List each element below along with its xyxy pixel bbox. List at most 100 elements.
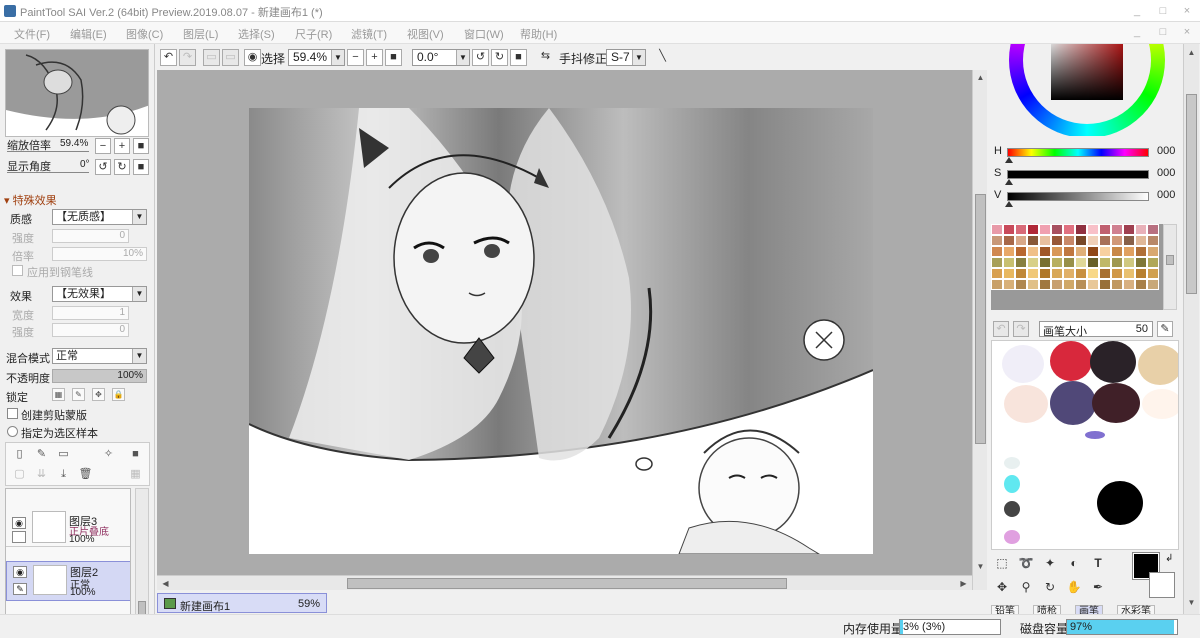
color-swatch[interactable]	[1099, 268, 1111, 279]
right-panel-scrollbar[interactable]: ▲ ▼	[1183, 44, 1199, 614]
color-swatch[interactable]	[1075, 257, 1087, 268]
vertical-scroll-thumb[interactable]	[975, 194, 986, 444]
color-swatch[interactable]	[1135, 246, 1147, 257]
color-swatch[interactable]	[1087, 246, 1099, 257]
color-swatch[interactable]	[1015, 235, 1027, 246]
lock-move-icon[interactable]: ✥	[92, 388, 105, 401]
color-swatch[interactable]	[1015, 279, 1027, 290]
color-wheel[interactable]	[1009, 44, 1165, 136]
color-swatch[interactable]	[1123, 246, 1135, 257]
color-swatch[interactable]	[1087, 224, 1099, 235]
brush-size-slider[interactable]: 画笔大小 50	[1039, 321, 1153, 338]
color-swatch[interactable]	[1039, 246, 1051, 257]
saturation-slider[interactable]	[1007, 170, 1149, 179]
menu-select[interactable]: 选择(S)	[238, 26, 275, 42]
color-swatch[interactable]	[1135, 279, 1147, 290]
rotate-icon[interactable]: ↻	[1041, 578, 1059, 596]
hue-slider[interactable]	[1007, 148, 1149, 157]
color-swatch[interactable]	[1099, 235, 1111, 246]
color-swatch[interactable]	[1051, 246, 1063, 257]
color-swatch[interactable]	[1027, 224, 1039, 235]
scroll-up-icon[interactable]: ▲	[974, 71, 987, 84]
layer-effect-icon[interactable]: ✧	[101, 447, 116, 462]
invert-select-button[interactable]: ▭	[222, 49, 239, 66]
color-swatch[interactable]	[991, 257, 1003, 268]
color-swatch[interactable]	[1075, 235, 1087, 246]
color-swatch[interactable]	[1063, 224, 1075, 235]
color-swatch[interactable]	[1111, 235, 1123, 246]
eye-icon[interactable]: ◉	[12, 517, 26, 529]
color-swatch[interactable]	[1087, 268, 1099, 279]
color-swatch[interactable]	[1111, 224, 1123, 235]
brush-prev-icon[interactable]: ↶	[993, 321, 1009, 337]
color-swatch[interactable]	[1135, 268, 1147, 279]
eye-icon[interactable]: ◉	[13, 566, 27, 578]
color-swatch[interactable]	[1003, 235, 1015, 246]
redo-button[interactable]: ↷	[179, 49, 196, 66]
color-swatch[interactable]	[1147, 246, 1159, 257]
transfer-down-icon[interactable]: ⇊	[34, 467, 49, 482]
color-swatch[interactable]	[1111, 268, 1123, 279]
lock-paint-icon[interactable]: ✎	[72, 388, 85, 401]
lock-transparency-icon[interactable]: ▦	[52, 388, 65, 401]
canvas-viewport[interactable]	[157, 70, 987, 590]
color-swatch[interactable]	[1015, 257, 1027, 268]
angle-slider[interactable]	[7, 172, 89, 173]
vertical-scrollbar[interactable]: ▲ ▼	[972, 70, 987, 590]
color-swatch[interactable]	[1123, 235, 1135, 246]
clip-mask-checkbox[interactable]	[7, 408, 18, 419]
strength-field[interactable]: 0	[52, 229, 129, 243]
color-swatch[interactable]	[991, 279, 1003, 290]
blend-mode-select[interactable]: 正常 ▼	[52, 348, 147, 364]
menu-window[interactable]: 窗口(W)	[464, 26, 504, 42]
rotate-left-button[interactable]: ↺	[472, 49, 489, 66]
color-swatch[interactable]	[1147, 279, 1159, 290]
text-tool-icon[interactable]: T	[1089, 554, 1107, 572]
color-swatch[interactable]	[1147, 257, 1159, 268]
color-swatch[interactable]	[1111, 257, 1123, 268]
color-swatch[interactable]	[1123, 279, 1135, 290]
color-swatch[interactable]	[1039, 257, 1051, 268]
layer-item-3[interactable]: ◉ 图层3 正片叠底 100%	[6, 511, 130, 547]
swap-colors-icon[interactable]: ↲	[1165, 553, 1173, 564]
zoom-reset-button[interactable]: ■	[133, 138, 149, 154]
color-swatch[interactable]	[1039, 279, 1051, 290]
brush-next-icon[interactable]: ↷	[1013, 321, 1029, 337]
new-layer-icon[interactable]: ▯	[12, 447, 27, 462]
color-swatch[interactable]	[1027, 268, 1039, 279]
rate-field[interactable]: 10%	[52, 247, 147, 261]
hue-slider-thumb[interactable]	[1005, 157, 1013, 163]
color-swatch[interactable]	[1087, 279, 1099, 290]
color-swatch[interactable]	[1063, 235, 1075, 246]
zoom-out-button[interactable]: −	[347, 49, 364, 66]
color-swatch[interactable]	[1063, 268, 1075, 279]
pen-icon[interactable]	[12, 531, 26, 543]
rotate-reset-button[interactable]: ■	[133, 159, 149, 175]
color-swatch[interactable]	[1027, 235, 1039, 246]
rotate-left-button[interactable]: ↺	[95, 159, 111, 175]
color-swatch[interactable]	[1015, 268, 1027, 279]
color-swatch[interactable]	[1051, 235, 1063, 246]
horizontal-scrollbar[interactable]: ◀ ▶	[157, 575, 972, 590]
copy-layer-icon[interactable]: ▢	[12, 467, 27, 482]
angle-select[interactable]: 0.0° ▼	[412, 49, 470, 66]
value-slider-thumb[interactable]	[1005, 201, 1013, 207]
new-folder-icon[interactable]: ▭	[56, 447, 71, 462]
color-swatch[interactable]	[1003, 224, 1015, 235]
color-swatch[interactable]	[1075, 224, 1087, 235]
color-swatch[interactable]	[991, 246, 1003, 257]
color-swatch[interactable]	[1075, 268, 1087, 279]
saturation-slider-thumb[interactable]	[1005, 179, 1013, 185]
zoom-reset-button[interactable]: ■	[385, 49, 402, 66]
menu-layer[interactable]: 图层(L)	[183, 26, 218, 42]
flip-horizontal-icon[interactable]: ⇆	[537, 49, 554, 66]
deselect-button[interactable]: ▭	[203, 49, 220, 66]
color-swatch[interactable]	[1051, 224, 1063, 235]
move-icon[interactable]: ✥	[993, 578, 1011, 596]
maximize-button[interactable]: □	[1156, 4, 1170, 18]
saturation-value-square[interactable]	[1051, 44, 1123, 100]
color-swatch[interactable]	[1063, 246, 1075, 257]
color-swatch[interactable]	[991, 268, 1003, 279]
background-color[interactable]	[1149, 572, 1175, 598]
effect-select[interactable]: 【无效果】 ▼	[52, 286, 147, 302]
